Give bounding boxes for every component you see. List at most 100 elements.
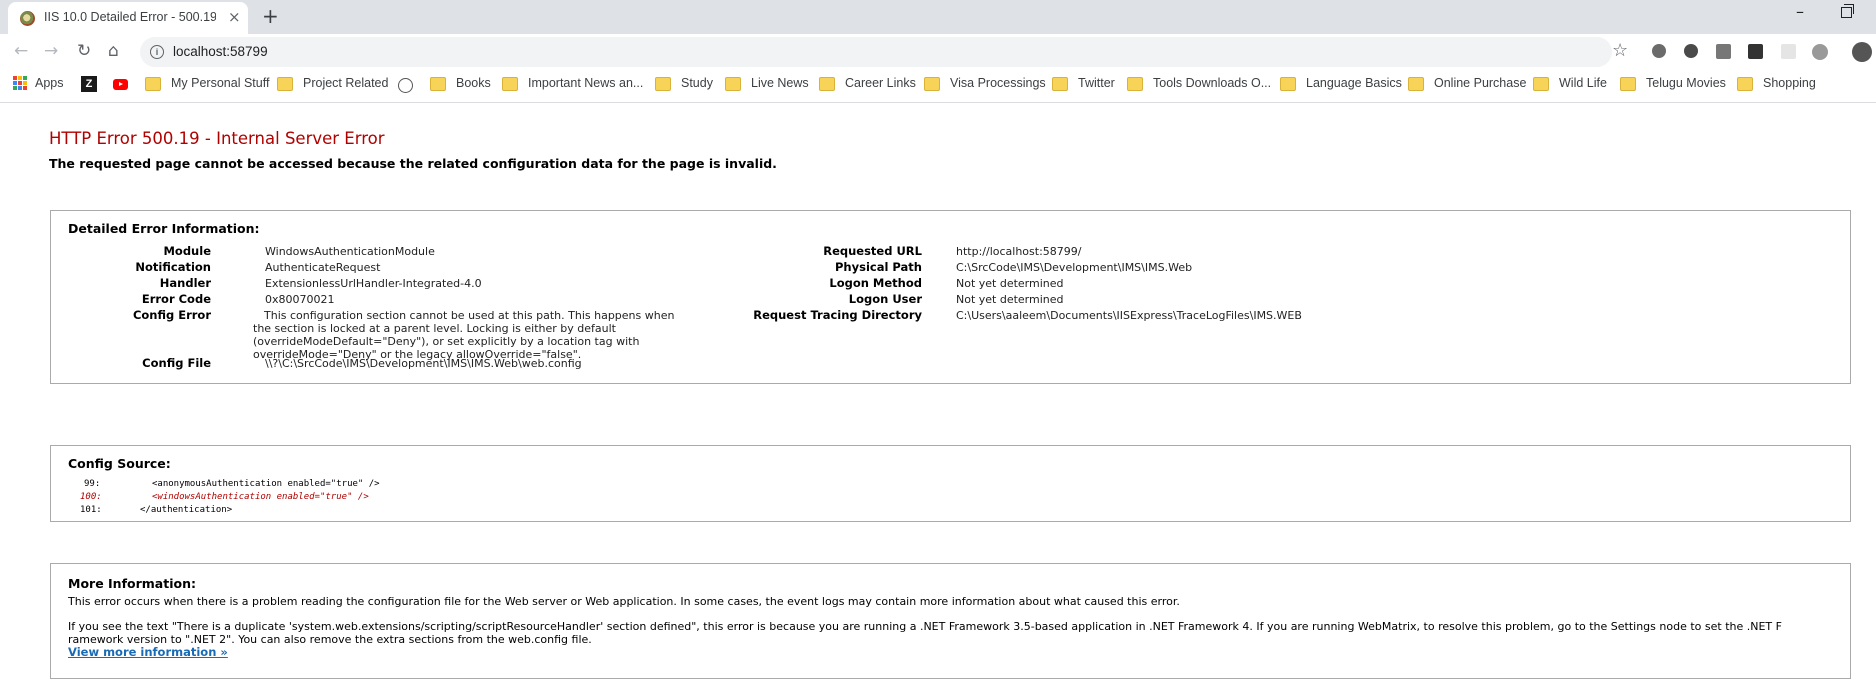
bookmark-telugu-movies[interactable]: Telugu Movies: [1620, 76, 1726, 91]
reload-icon[interactable]: ↻: [77, 41, 91, 61]
bookmark-online-purchase[interactable]: Online Purchase: [1408, 76, 1527, 91]
bookmark-label: Language Basics: [1306, 76, 1402, 90]
bookmark-label: My Personal Stuff: [171, 76, 270, 90]
bookmark-my-personal-stuff[interactable]: My Personal Stuff: [145, 76, 270, 91]
bookmark-visa-processings[interactable]: Visa Processings: [924, 76, 1046, 91]
extension-icon-3[interactable]: [1781, 44, 1796, 59]
error-subheading: The requested page cannot be accessed be…: [49, 156, 777, 171]
extension-icon-4[interactable]: [1812, 44, 1828, 60]
folder-icon: [145, 77, 161, 91]
bookmark-language-basics[interactable]: Language Basics: [1280, 76, 1402, 91]
folder-icon: [430, 77, 446, 91]
notification-label: Notification: [135, 260, 211, 274]
bookmark-career-links[interactable]: Career Links: [819, 76, 916, 91]
z-logo-icon: Z: [81, 76, 97, 92]
page-content: HTTP Error 500.19 - Internal Server Erro…: [0, 103, 1876, 690]
bookmark-z[interactable]: Z: [81, 76, 97, 92]
code-line-number-error: 100:: [80, 492, 102, 502]
bookmark-label: Online Purchase: [1434, 76, 1527, 90]
handler-value: ExtensionlessUrlHandler-Integrated-4.0: [265, 277, 482, 290]
handler-label: Handler: [159, 276, 211, 290]
more-info-box: More Information: This error occurs when…: [50, 563, 1851, 679]
home-icon[interactable]: ⌂: [108, 41, 119, 61]
folder-icon: [924, 77, 940, 91]
bookmark-study[interactable]: Study: [655, 76, 713, 91]
code-line-number: 99:: [84, 479, 101, 489]
config-source-box: Config Source: 99: <anonymousAuthenticat…: [50, 445, 1851, 522]
config-file-label: Config File: [142, 356, 211, 370]
bookmark-label: Twitter: [1078, 76, 1115, 90]
view-more-info-link[interactable]: View more information »: [68, 645, 228, 659]
bookmark-twitter[interactable]: Twitter: [1052, 76, 1115, 91]
browser-toolbar: ← → ↻ ⌂ i localhost:58799 ☆: [0, 34, 1876, 70]
bookmark-live-news[interactable]: Live News: [725, 76, 809, 91]
bookmark-apps[interactable]: Apps: [13, 76, 64, 90]
module-label: Module: [163, 244, 211, 258]
download-extension-icon[interactable]: [1748, 44, 1763, 59]
bookmark-important-news[interactable]: Important News an...: [502, 76, 644, 91]
logon-method-value: Not yet determined: [956, 277, 1064, 290]
url-text[interactable]: localhost:58799: [173, 44, 268, 59]
more-info-paragraph: This error occurs when there is a proble…: [68, 595, 1180, 608]
requested-url-label: Requested URL: [823, 244, 922, 258]
globe-icon: [398, 78, 413, 93]
logon-method-label: Logon Method: [829, 276, 922, 290]
browser-tab[interactable]: IIS 10.0 Detailed Error - 500.19 - ×: [8, 2, 248, 34]
back-icon[interactable]: ←: [14, 41, 28, 61]
profile-avatar[interactable]: [1852, 42, 1872, 62]
bookmark-label: Shopping: [1763, 76, 1816, 90]
more-info-title: More Information:: [68, 576, 196, 591]
bookmark-label: Visa Processings: [950, 76, 1046, 90]
bookmark-globe[interactable]: [398, 78, 413, 93]
config-error-label: Config Error: [132, 308, 211, 322]
site-info-icon[interactable]: i: [150, 45, 164, 59]
error-code-value: 0x80070021: [265, 293, 335, 306]
extension-icon-2[interactable]: [1716, 44, 1731, 59]
bookmark-youtube[interactable]: [113, 79, 128, 90]
extension-icon[interactable]: [1652, 44, 1666, 58]
code-line: </authentication>: [140, 505, 233, 515]
forward-icon[interactable]: →: [44, 41, 58, 61]
notification-value: AuthenticateRequest: [265, 261, 381, 274]
bookmark-label: Telugu Movies: [1646, 76, 1726, 90]
folder-icon: [1408, 77, 1424, 91]
new-tab-button[interactable]: +: [262, 4, 279, 28]
physical-path-value: C:\SrcCode\IMS\Development\IMS\IMS.Web: [956, 261, 1193, 274]
bookmark-label: Tools Downloads O...: [1153, 76, 1272, 90]
folder-icon: [1620, 77, 1636, 91]
minimize-icon[interactable]: –: [1796, 2, 1804, 21]
apps-grid-icon: [13, 76, 27, 90]
tab-strip: IIS 10.0 Detailed Error - 500.19 - × + –: [0, 0, 1876, 34]
tab-title: IIS 10.0 Detailed Error - 500.19 -: [44, 10, 216, 24]
detailed-error-title: Detailed Error Information:: [68, 221, 260, 236]
bookmark-tools-downloads[interactable]: Tools Downloads O...: [1127, 76, 1272, 91]
iis-favicon-icon: [20, 11, 35, 26]
bookmark-label: Live News: [751, 76, 809, 90]
tracing-dir-value: C:\Users\aaleem\Documents\IISExpress\Tra…: [956, 309, 1302, 322]
youtube-icon: [113, 79, 128, 90]
folder-icon: [725, 77, 741, 91]
bookmark-books[interactable]: Books: [430, 76, 491, 91]
folder-icon: [502, 77, 518, 91]
address-bar[interactable]: i localhost:58799 ☆: [140, 37, 1628, 67]
folder-icon: [1533, 77, 1549, 91]
folder-icon: [1052, 77, 1068, 91]
tab-close-icon[interactable]: ×: [228, 8, 241, 26]
bookmark-shopping[interactable]: Shopping: [1737, 76, 1816, 91]
bookmark-wild-life[interactable]: Wild Life: [1533, 76, 1607, 91]
bookmark-star-icon[interactable]: ☆: [1612, 40, 1628, 61]
bookmark-label: Project Related: [303, 76, 389, 90]
detailed-error-box: Detailed Error Information: Module Windo…: [50, 210, 1851, 384]
folder-icon: [655, 77, 671, 91]
code-line: <anonymousAuthentication enabled="true" …: [152, 479, 380, 489]
bookmark-label: Important News an...: [528, 76, 644, 90]
config-error-value: This configuration section cannot be use…: [253, 309, 675, 361]
bookmark-project-related[interactable]: Project Related: [277, 76, 389, 91]
config-source-title: Config Source:: [68, 456, 171, 471]
restore-icon[interactable]: [1841, 4, 1854, 18]
bookmarks-bar: Apps Z My Personal Stuff Project Related…: [0, 70, 1876, 103]
bookmark-label: Career Links: [845, 76, 916, 90]
folder-icon: [1127, 77, 1143, 91]
skype-extension-icon[interactable]: [1684, 44, 1698, 58]
bookmark-label: Books: [456, 76, 491, 90]
